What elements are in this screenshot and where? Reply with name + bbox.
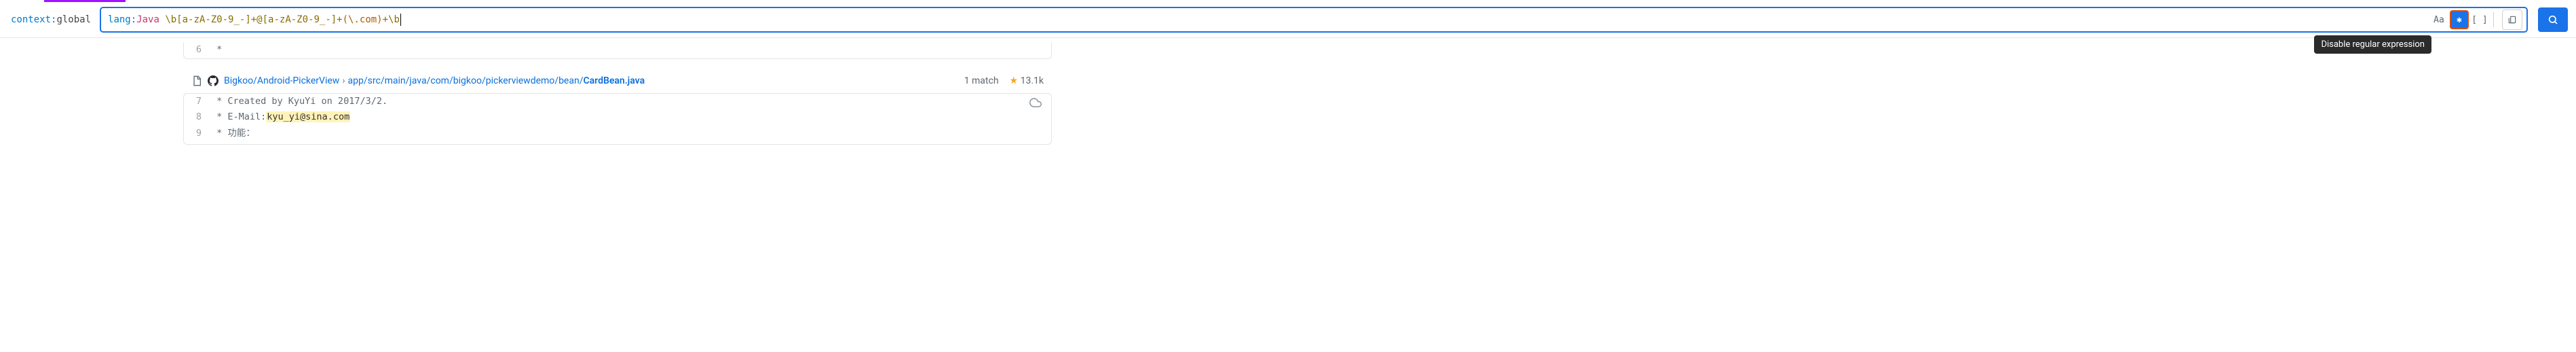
code-line[interactable]: 8 * E-Mail:kyu_yi@sina.com [184, 109, 1051, 126]
regex-toggle[interactable]: ✱ [2450, 10, 2469, 29]
search-toggles: Aa ✱ [ ] [2429, 10, 2522, 30]
case-sensitive-toggle[interactable]: Aa [2429, 10, 2448, 29]
star-icon: ★ [1010, 75, 1019, 86]
star-count: ★ 13.1k [1010, 75, 1044, 86]
results-area: 6 * Bigkoo/Android-PickerView›app/src/ma… [0, 38, 2576, 145]
match-count: 1 match [964, 75, 999, 86]
line-content: * 功能： [211, 126, 1051, 141]
context-scope[interactable]: context:global [8, 10, 94, 29]
search-query: lang:Java \b[a-zA-Z0-9_-]+@[a-zA-Z0-9_-]… [108, 14, 2429, 26]
line-number: 6 [184, 43, 211, 58]
query-regex-1: \b[a-zA-Z0-9_-]+@[a-zA-Z0-9_-]+ [159, 14, 343, 25]
divider [2493, 12, 2494, 27]
line-number: 7 [184, 94, 211, 109]
code-line[interactable]: 9 * 功能： [184, 126, 1051, 142]
search-button[interactable] [2538, 7, 2568, 32]
match-highlight: kyu_yi@sina.com [266, 111, 350, 122]
code-line[interactable]: 6 * [184, 42, 1051, 58]
query-regex-2: +\b [383, 14, 400, 25]
search-bar: context:global lang:Java \b[a-zA-Z0-9_-]… [0, 2, 2576, 38]
code-snippet-block: 7 * Created by KyuYi on 2017/3/2. 8 * E-… [183, 93, 1052, 145]
query-filter-key: lang: [108, 14, 136, 25]
open-in-cloud-icon[interactable] [1029, 96, 1042, 109]
context-value: global [56, 14, 91, 25]
search-icon [2547, 14, 2558, 25]
file-name[interactable]: CardBean.java [583, 75, 645, 86]
github-icon [208, 75, 219, 86]
line-content: * Created by KyuYi on 2017/3/2. [211, 94, 1051, 109]
query-regex-group: (\.com) [343, 14, 383, 25]
text-cursor [400, 14, 401, 26]
context-key: context: [11, 14, 56, 25]
code-snippet-block: 6 * [183, 42, 1052, 59]
line-content: * [211, 43, 1051, 58]
clipboard-icon [2507, 15, 2517, 24]
file-path[interactable]: Bigkoo/Android-PickerView›app/src/main/j… [224, 75, 645, 86]
regex-tooltip: Disable regular expression [2314, 35, 2431, 54]
query-filter-value: Java [136, 14, 159, 25]
match-info: 1 match ★ 13.1k [964, 75, 1044, 86]
copy-context-button[interactable] [2502, 10, 2522, 30]
structural-search-toggle[interactable]: [ ] [2470, 10, 2489, 29]
line-number: 8 [184, 110, 211, 125]
code-line[interactable]: 7 * Created by KyuYi on 2017/3/2. [184, 94, 1051, 110]
line-number: 9 [184, 126, 211, 141]
repo-link[interactable]: Bigkoo/Android-PickerView [224, 75, 339, 86]
line-content: * E-Mail:kyu_yi@sina.com [211, 110, 1051, 125]
file-result-header: Bigkoo/Android-PickerView›app/src/main/j… [183, 69, 1052, 93]
file-icon [191, 75, 202, 86]
search-input[interactable]: lang:Java \b[a-zA-Z0-9_-]+@[a-zA-Z0-9_-]… [100, 7, 2527, 32]
